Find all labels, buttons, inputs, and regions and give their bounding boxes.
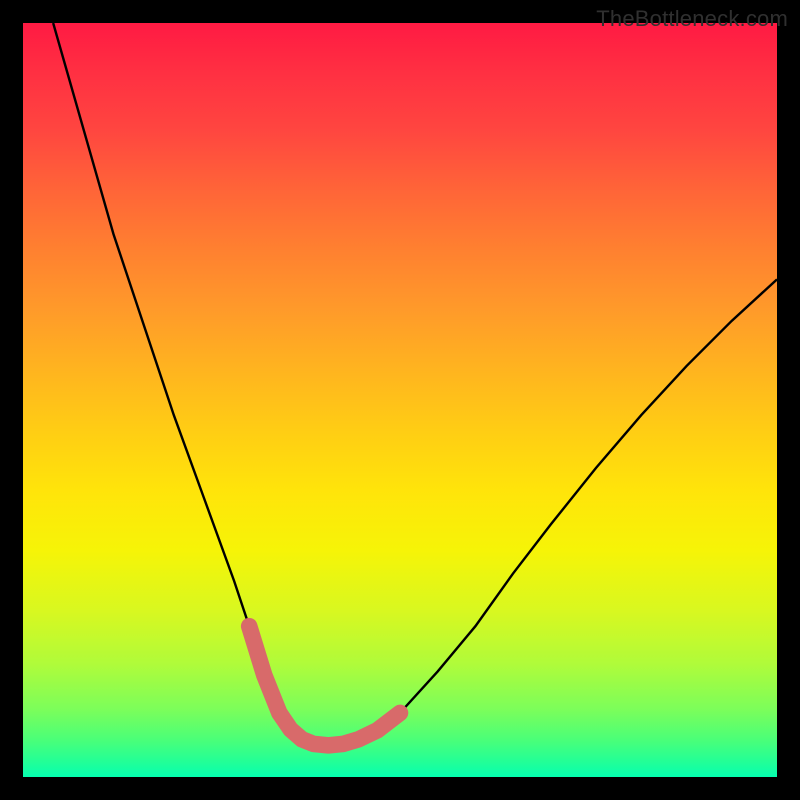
watermark-text: TheBottleneck.com xyxy=(596,6,788,32)
plot-area xyxy=(23,23,777,777)
chart-frame: TheBottleneck.com xyxy=(0,0,800,800)
highlight-segment xyxy=(249,626,400,745)
curve-layer xyxy=(23,23,777,777)
bottleneck-curve xyxy=(53,23,777,745)
